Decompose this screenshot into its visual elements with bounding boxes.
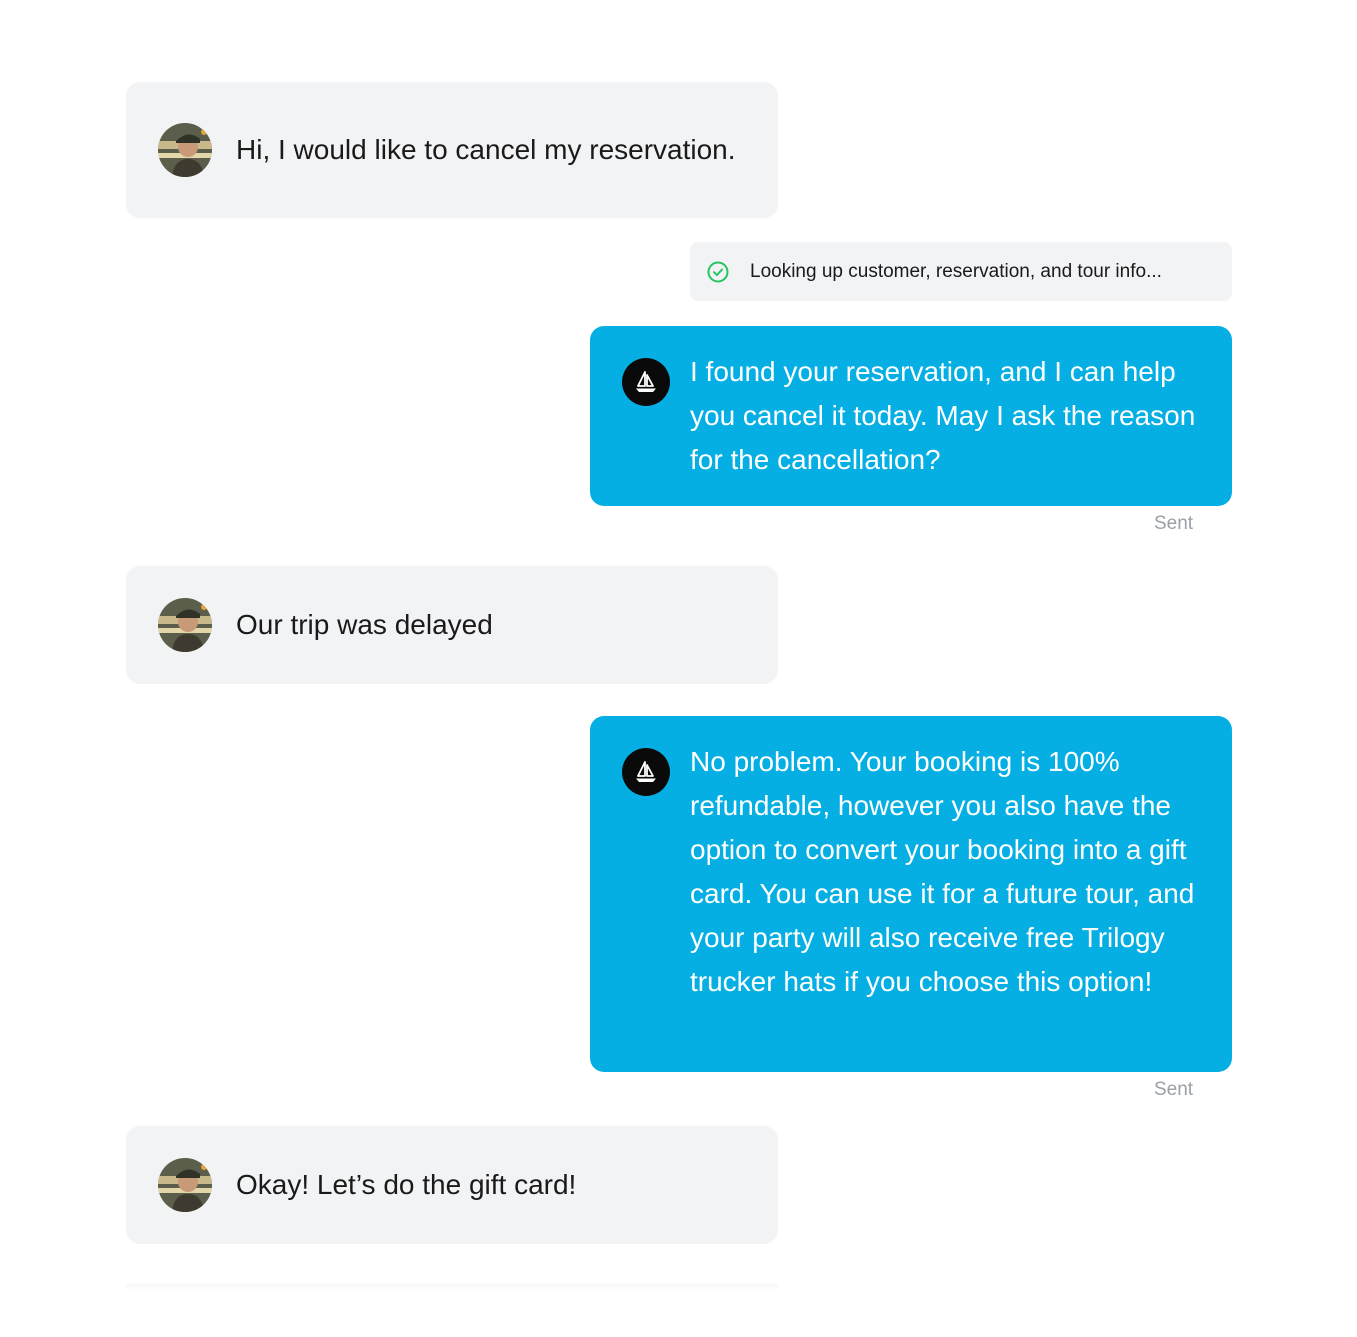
customer-message: Our trip was delayed [126, 566, 778, 684]
sent-status: Sent [1154, 513, 1194, 534]
customer-message-text: Hi, I would like to cancel my reservatio… [236, 134, 736, 165]
lookup-status-text: Looking up customer, reservation, and to… [750, 260, 1162, 282]
agent-message-text: I found your reservation, and I can help… [690, 356, 1196, 475]
sailboat-icon [622, 358, 670, 406]
agent-message-text: No problem. Your booking is 100% refunda… [690, 746, 1195, 997]
customer-message-text: Our trip was delayed [236, 609, 493, 640]
sailboat-icon [622, 748, 670, 796]
divider [126, 1284, 778, 1290]
customer-avatar [158, 1158, 212, 1212]
agent-message: I found your reservation, and I can help… [590, 326, 1232, 506]
customer-message: Okay! Let’s do the gift card! [126, 1126, 778, 1244]
chat-conversation: Hi, I would like to cancel my reservatio… [0, 0, 1357, 1337]
customer-message: Hi, I would like to cancel my reservatio… [126, 82, 778, 218]
customer-message-text: Okay! Let’s do the gift card! [236, 1169, 577, 1200]
lookup-status: Looking up customer, reservation, and to… [690, 242, 1232, 301]
customer-avatar [158, 598, 212, 652]
agent-message: No problem. Your booking is 100% refunda… [590, 716, 1232, 1072]
sent-status: Sent [1154, 1079, 1194, 1100]
customer-avatar [158, 123, 212, 177]
check-circle-icon [707, 261, 729, 283]
